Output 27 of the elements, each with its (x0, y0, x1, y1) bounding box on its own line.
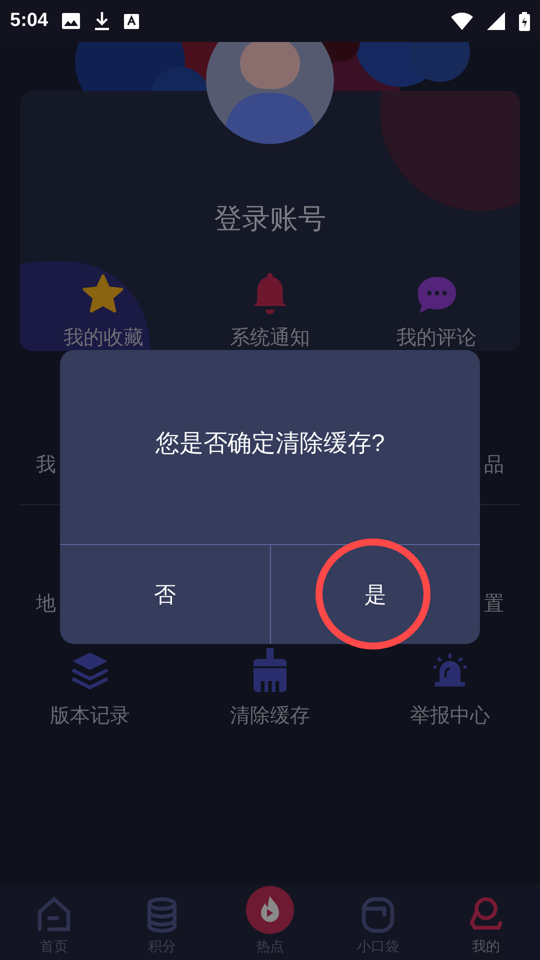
shortcut-label[interactable]: 我的评论 (396, 325, 477, 351)
home-icon (35, 896, 73, 934)
shortcut-label[interactable]: 我的收藏 (63, 325, 144, 351)
layers-icon (69, 650, 111, 690)
tool-label[interactable]: 举报中心 (410, 703, 490, 729)
menu-label[interactable]: 地 (36, 589, 56, 619)
nav-tab[interactable]: 我的 (432, 884, 540, 960)
dialog-message: 您是否确定清除缓存? (155, 429, 385, 459)
dialog-button[interactable]: 是 (270, 545, 480, 644)
menu-label[interactable]: 置 (484, 589, 504, 619)
signal-icon (487, 12, 505, 30)
shortcut-label[interactable]: 系统通知 (230, 325, 310, 351)
dialog-button[interactable]: 否 (60, 545, 270, 644)
tool-label[interactable]: 版本记录 (50, 703, 130, 729)
image-icon (62, 13, 80, 29)
menu-label[interactable]: 品 (484, 450, 504, 480)
login-title: 登录账号 (214, 202, 326, 236)
battery-icon (519, 12, 530, 30)
tool-label[interactable]: 清除缓存 (230, 703, 310, 729)
menu-label[interactable]: 我 (36, 450, 56, 480)
download-icon (94, 12, 110, 30)
wifi-icon (451, 12, 473, 30)
pocket-icon (359, 896, 397, 934)
status-time: 5:04 (10, 8, 48, 33)
flame-icon (246, 886, 294, 934)
siren-icon (432, 652, 468, 688)
font-icon (124, 14, 140, 28)
